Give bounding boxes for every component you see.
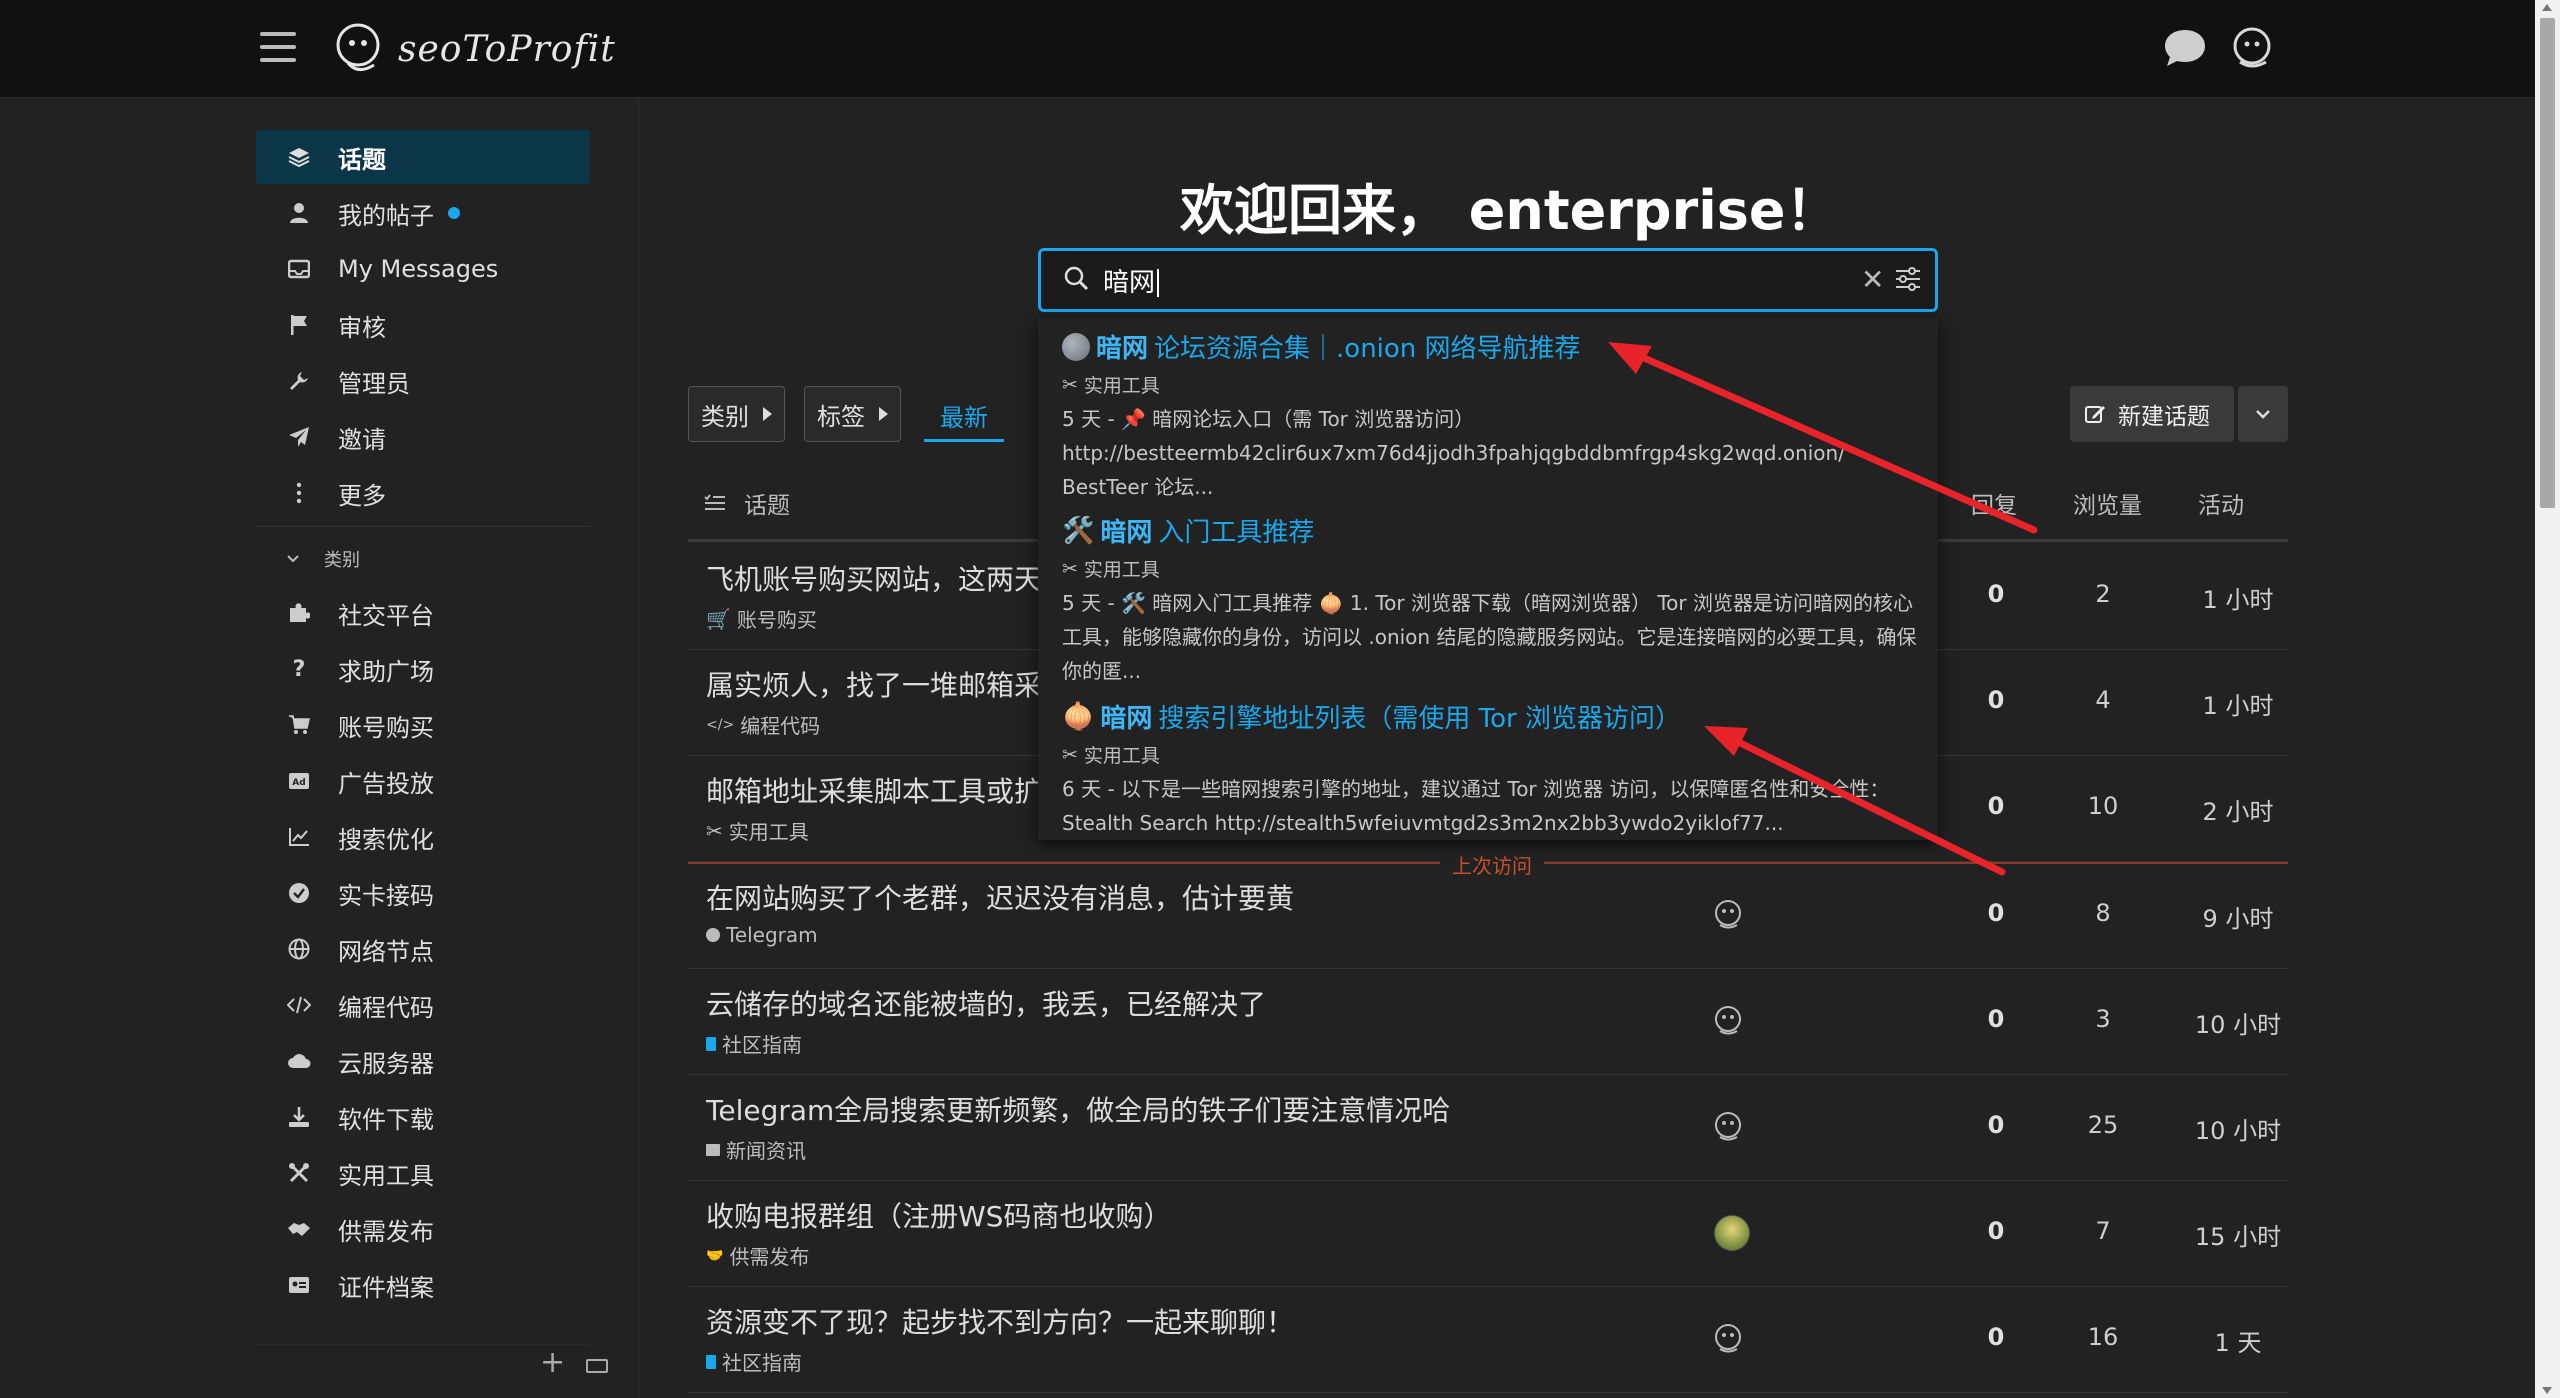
scrollbar-thumb[interactable] bbox=[2540, 18, 2555, 508]
annotation-arrowhead-2 bbox=[1704, 726, 1748, 756]
scroll-down-icon[interactable] bbox=[2542, 1387, 2552, 1394]
annotation-arrow-1 bbox=[1622, 346, 2038, 534]
page-scrollbar[interactable] bbox=[2535, 0, 2560, 1398]
scroll-up-icon[interactable] bbox=[2542, 4, 2552, 11]
annotation-arrows bbox=[1608, 342, 2038, 876]
annotation-arrow-2 bbox=[1718, 730, 2006, 876]
